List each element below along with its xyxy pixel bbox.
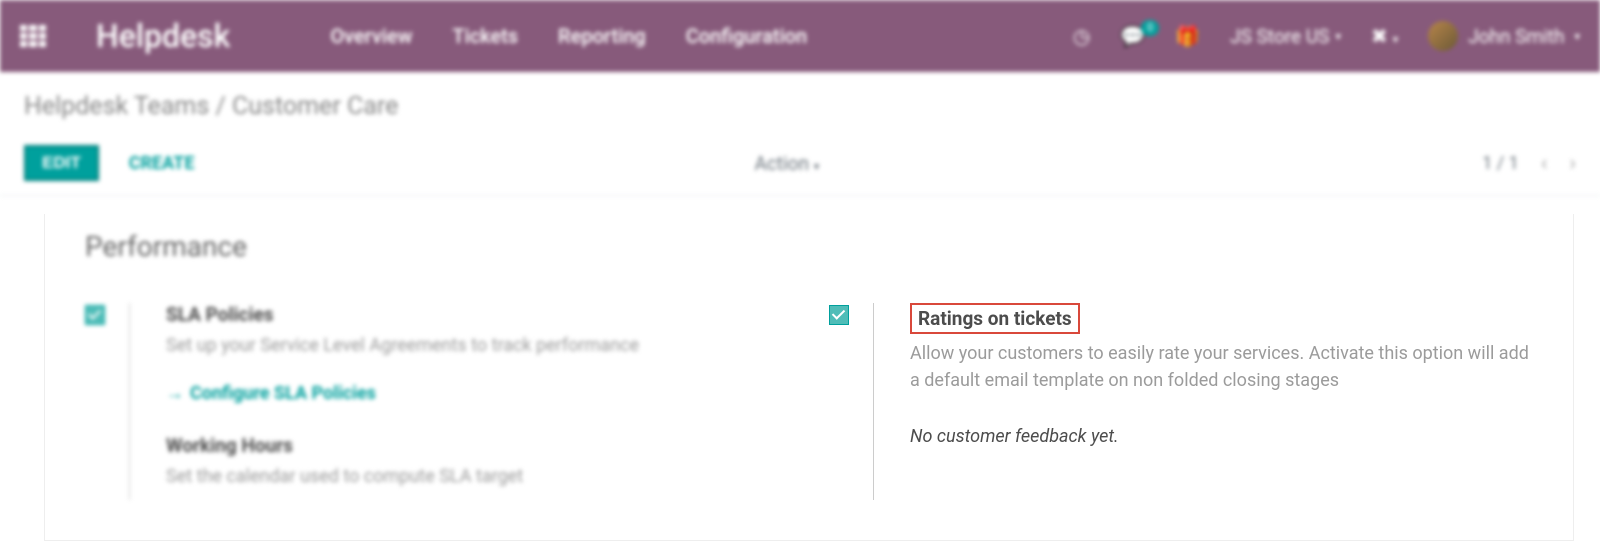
chevron-down-icon: ▾	[1393, 33, 1399, 46]
top-navbar: Helpdesk Overview Tickets Reporting Conf…	[0, 0, 1600, 72]
working-hours-desc: Set the calendar used to compute SLA tar…	[166, 463, 639, 490]
breadcrumb-parent[interactable]: Helpdesk Teams	[24, 92, 209, 121]
setting-ratings: Ratings on tickets Allow your customers …	[829, 303, 1533, 500]
button-row: EDIT CREATE Action ▾ 1 / 1 ‹ ›	[24, 145, 1576, 195]
sla-desc: Set up your Service Level Agreements to …	[166, 332, 639, 359]
create-button[interactable]: CREATE	[129, 153, 195, 174]
control-area: Helpdesk Teams / Customer Care EDIT CREA…	[0, 72, 1600, 196]
configure-sla-link[interactable]: → Configure SLA Policies	[166, 383, 376, 404]
breadcrumb: Helpdesk Teams / Customer Care	[24, 92, 1576, 121]
company-name: JS Store US	[1230, 25, 1329, 48]
chevron-down-icon: ▾	[1574, 30, 1580, 43]
edit-button[interactable]: EDIT	[24, 145, 99, 181]
nav-configuration[interactable]: Configuration	[686, 24, 807, 48]
nav-links: Overview Tickets Reporting Configuration	[330, 24, 807, 48]
user-name: John Smith	[1468, 25, 1564, 48]
messages-badge: 0	[1141, 20, 1159, 36]
arrow-right-icon: →	[166, 383, 184, 404]
configure-sla-label: Configure SLA Policies	[190, 383, 376, 404]
user-menu[interactable]: John Smith ▾	[1428, 21, 1580, 51]
tools-icon[interactable]: ✖ ▾	[1371, 24, 1398, 48]
breadcrumb-current: Customer Care	[232, 92, 398, 121]
avatar	[1428, 21, 1458, 51]
section-title: Performance	[85, 230, 1533, 263]
settings-row: SLA Policies Set up your Service Level A…	[85, 303, 1533, 500]
clock-icon[interactable]: ◷	[1073, 24, 1090, 48]
messages-icon[interactable]: 💬0	[1120, 24, 1145, 48]
nav-overview[interactable]: Overview	[330, 24, 412, 48]
checkbox-ratings[interactable]	[829, 305, 849, 325]
ratings-desc: Allow your customers to easily rate your…	[910, 340, 1530, 394]
sla-title: SLA Policies	[166, 303, 639, 326]
pager: 1 / 1 ‹ ›	[1482, 151, 1576, 176]
checkbox-sla[interactable]	[85, 305, 105, 325]
action-dropdown[interactable]: Action ▾	[754, 152, 819, 175]
breadcrumb-separator: /	[215, 92, 225, 121]
nav-tickets[interactable]: Tickets	[452, 24, 518, 48]
apps-icon[interactable]	[20, 25, 46, 47]
company-switcher[interactable]: JS Store US ▾	[1230, 25, 1341, 48]
feedback-empty: No customer feedback yet.	[910, 426, 1530, 447]
action-label: Action	[754, 152, 809, 175]
ratings-title: Ratings on tickets	[910, 303, 1080, 334]
working-hours-title: Working Hours	[166, 434, 639, 457]
nav-reporting[interactable]: Reporting	[558, 24, 646, 48]
pager-count: 1 / 1	[1482, 153, 1519, 174]
app-title[interactable]: Helpdesk	[96, 17, 230, 55]
nav-right: ◷ 💬0 🎁 JS Store US ▾ ✖ ▾ John Smith ▾	[1073, 21, 1580, 51]
chevron-down-icon: ▾	[814, 160, 820, 173]
form-sheet: Performance SLA Policies Set up your Ser…	[44, 214, 1574, 541]
chevron-down-icon: ▾	[1335, 30, 1341, 43]
setting-sla: SLA Policies Set up your Service Level A…	[85, 303, 789, 500]
pager-prev[interactable]: ‹	[1541, 151, 1548, 176]
gift-icon[interactable]: 🎁	[1175, 24, 1200, 48]
pager-next[interactable]: ›	[1569, 151, 1576, 176]
